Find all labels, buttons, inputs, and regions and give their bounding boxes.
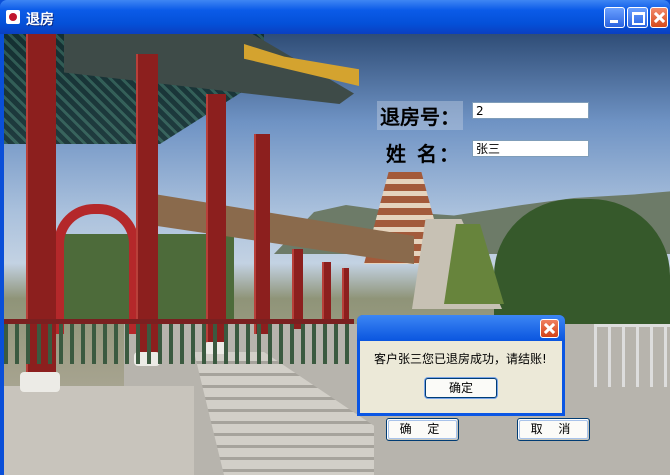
- content-area: 退房号： 姓 名： 确 定 取 消 客户张三您已退房成功，请结账! 确定: [4, 34, 670, 475]
- room-number-input[interactable]: [472, 102, 589, 119]
- maximize-icon[interactable]: [627, 7, 648, 28]
- pillar-base: [20, 372, 60, 392]
- dialog-ok-button[interactable]: 确定: [425, 378, 497, 398]
- app-icon: [6, 10, 20, 24]
- red-pillar: [136, 54, 158, 359]
- confirm-button[interactable]: 确 定: [386, 418, 459, 441]
- stone-wall: [4, 386, 194, 475]
- white-fence: [594, 324, 670, 387]
- message-dialog: 客户张三您已退房成功，请结账! 确定: [357, 315, 565, 416]
- dialog-message: 客户张三您已退房成功，请结账!: [374, 352, 547, 366]
- red-pillar: [322, 262, 331, 324]
- close-icon[interactable]: [540, 319, 559, 338]
- corridor-railing: [4, 319, 354, 364]
- close-icon[interactable]: [650, 7, 668, 28]
- main-window: 退房 退房号： 2 姓 名： 张三 确 定 取 消 客户张三您已退房成功，请结账…: [0, 0, 670, 475]
- title-bar[interactable]: 退房: [0, 0, 670, 34]
- room-number-label: 退房号：: [377, 101, 463, 130]
- window-title: 退房: [26, 12, 54, 28]
- red-pillar: [342, 268, 349, 320]
- dialog-body: 客户张三您已退房成功，请结账! 确定: [360, 341, 562, 413]
- red-pillar: [206, 94, 226, 349]
- red-pillar: [254, 134, 270, 334]
- minimize-icon[interactable]: [604, 7, 625, 28]
- name-label: 姓 名：: [386, 142, 461, 166]
- red-pillar: [292, 249, 303, 329]
- cancel-button[interactable]: 取 消: [517, 418, 590, 441]
- red-arch: [54, 204, 139, 334]
- dialog-title-bar[interactable]: [357, 315, 565, 341]
- name-input[interactable]: [472, 140, 589, 157]
